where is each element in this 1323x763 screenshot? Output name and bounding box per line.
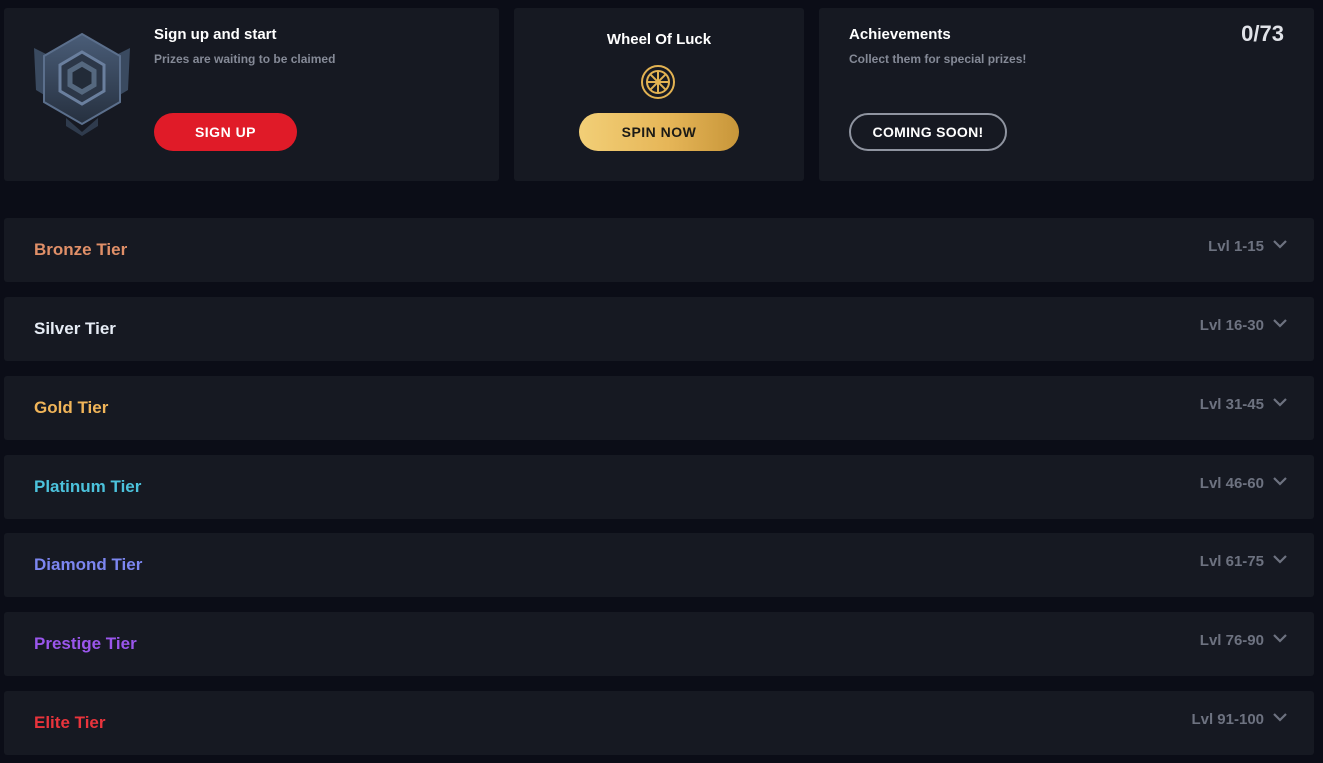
spin-now-button[interactable]: SPIN NOW	[579, 113, 739, 151]
wheel-icon	[641, 65, 675, 99]
tier-name: Prestige Tier	[34, 634, 137, 653]
chevron-down-icon	[1273, 398, 1287, 407]
wheel-title: Wheel Of Luck	[606, 31, 712, 48]
tier-levels: Lvl 16-30	[1199, 317, 1264, 334]
tier-name: Gold Tier	[34, 398, 109, 417]
hexagon-badge-icon	[34, 32, 130, 136]
tier-gold[interactable]: Gold Tier Lvl 31-45	[4, 376, 1314, 440]
coming-soon-button[interactable]: COMING SOON!	[849, 113, 1007, 151]
chevron-down-icon	[1273, 555, 1287, 564]
tier-name: Diamond Tier	[34, 555, 143, 574]
tier-levels: Lvl 1-15	[1208, 238, 1264, 255]
tier-silver[interactable]: Silver Tier Lvl 16-30	[4, 297, 1314, 361]
sign-up-button[interactable]: SIGN UP	[154, 113, 297, 151]
tier-prestige[interactable]: Prestige Tier Lvl 76-90	[4, 612, 1314, 676]
signup-subtitle: Prizes are waiting to be claimed	[154, 52, 336, 66]
chevron-down-icon	[1273, 319, 1287, 328]
tier-levels: Lvl 76-90	[1199, 632, 1264, 649]
signup-title: Sign up and start	[154, 26, 277, 43]
chevron-down-icon	[1273, 477, 1287, 486]
tier-diamond[interactable]: Diamond Tier Lvl 61-75	[4, 533, 1314, 597]
wheel-card: Wheel Of Luck SPIN NOW	[514, 8, 804, 181]
achievements-count: 0/73	[1241, 21, 1284, 46]
tier-platinum[interactable]: Platinum Tier Lvl 46-60	[4, 455, 1314, 519]
tier-name: Elite Tier	[34, 713, 106, 732]
tier-elite[interactable]: Elite Tier Lvl 91-100	[4, 691, 1314, 755]
chevron-down-icon	[1273, 713, 1287, 722]
tier-bronze[interactable]: Bronze Tier Lvl 1-15	[4, 218, 1314, 282]
tier-levels: Lvl 61-75	[1199, 553, 1264, 570]
achievements-card: Achievements Collect them for special pr…	[819, 8, 1314, 181]
tier-levels: Lvl 91-100	[1191, 711, 1264, 728]
tier-name: Platinum Tier	[34, 477, 142, 496]
tier-name: Bronze Tier	[34, 240, 128, 259]
chevron-down-icon	[1273, 634, 1287, 643]
achievements-title: Achievements	[849, 26, 951, 43]
rewards-page: Sign up and start Prizes are waiting to …	[0, 0, 1323, 763]
achievements-subtitle: Collect them for special prizes!	[849, 52, 1027, 66]
tier-name: Silver Tier	[34, 319, 116, 338]
tier-levels: Lvl 31-45	[1199, 396, 1264, 413]
chevron-down-icon	[1273, 240, 1287, 249]
signup-card: Sign up and start Prizes are waiting to …	[4, 8, 499, 181]
tier-levels: Lvl 46-60	[1199, 475, 1264, 492]
